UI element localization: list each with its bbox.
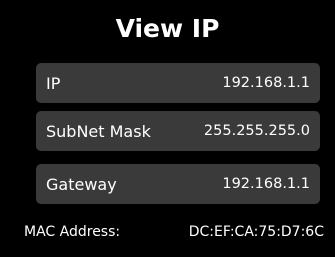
ip-row: IP 192.168.1.1 bbox=[36, 63, 320, 103]
gateway-label: Gateway bbox=[46, 174, 117, 194]
subnet-mask-value: 255.255.255.0 bbox=[203, 123, 310, 139]
ip-value: 192.168.1.1 bbox=[222, 75, 310, 91]
subnet-mask-row: SubNet Mask 255.255.255.0 bbox=[36, 111, 320, 151]
ip-label: IP bbox=[46, 73, 61, 93]
page-title: View IP bbox=[115, 14, 220, 43]
mac-address-line: MAC Address: DC:EF:CA:75:D7:6C bbox=[24, 224, 324, 240]
gateway-value: 192.168.1.1 bbox=[222, 176, 310, 192]
gateway-row: Gateway 192.168.1.1 bbox=[36, 164, 320, 204]
mac-address-label: MAC Address: bbox=[24, 224, 121, 240]
mac-address-value: DC:EF:CA:75:D7:6C bbox=[188, 224, 324, 240]
subnet-mask-label: SubNet Mask bbox=[46, 121, 151, 141]
view-ip-screen: View IP IP 192.168.1.1 SubNet Mask 255.2… bbox=[0, 0, 335, 257]
